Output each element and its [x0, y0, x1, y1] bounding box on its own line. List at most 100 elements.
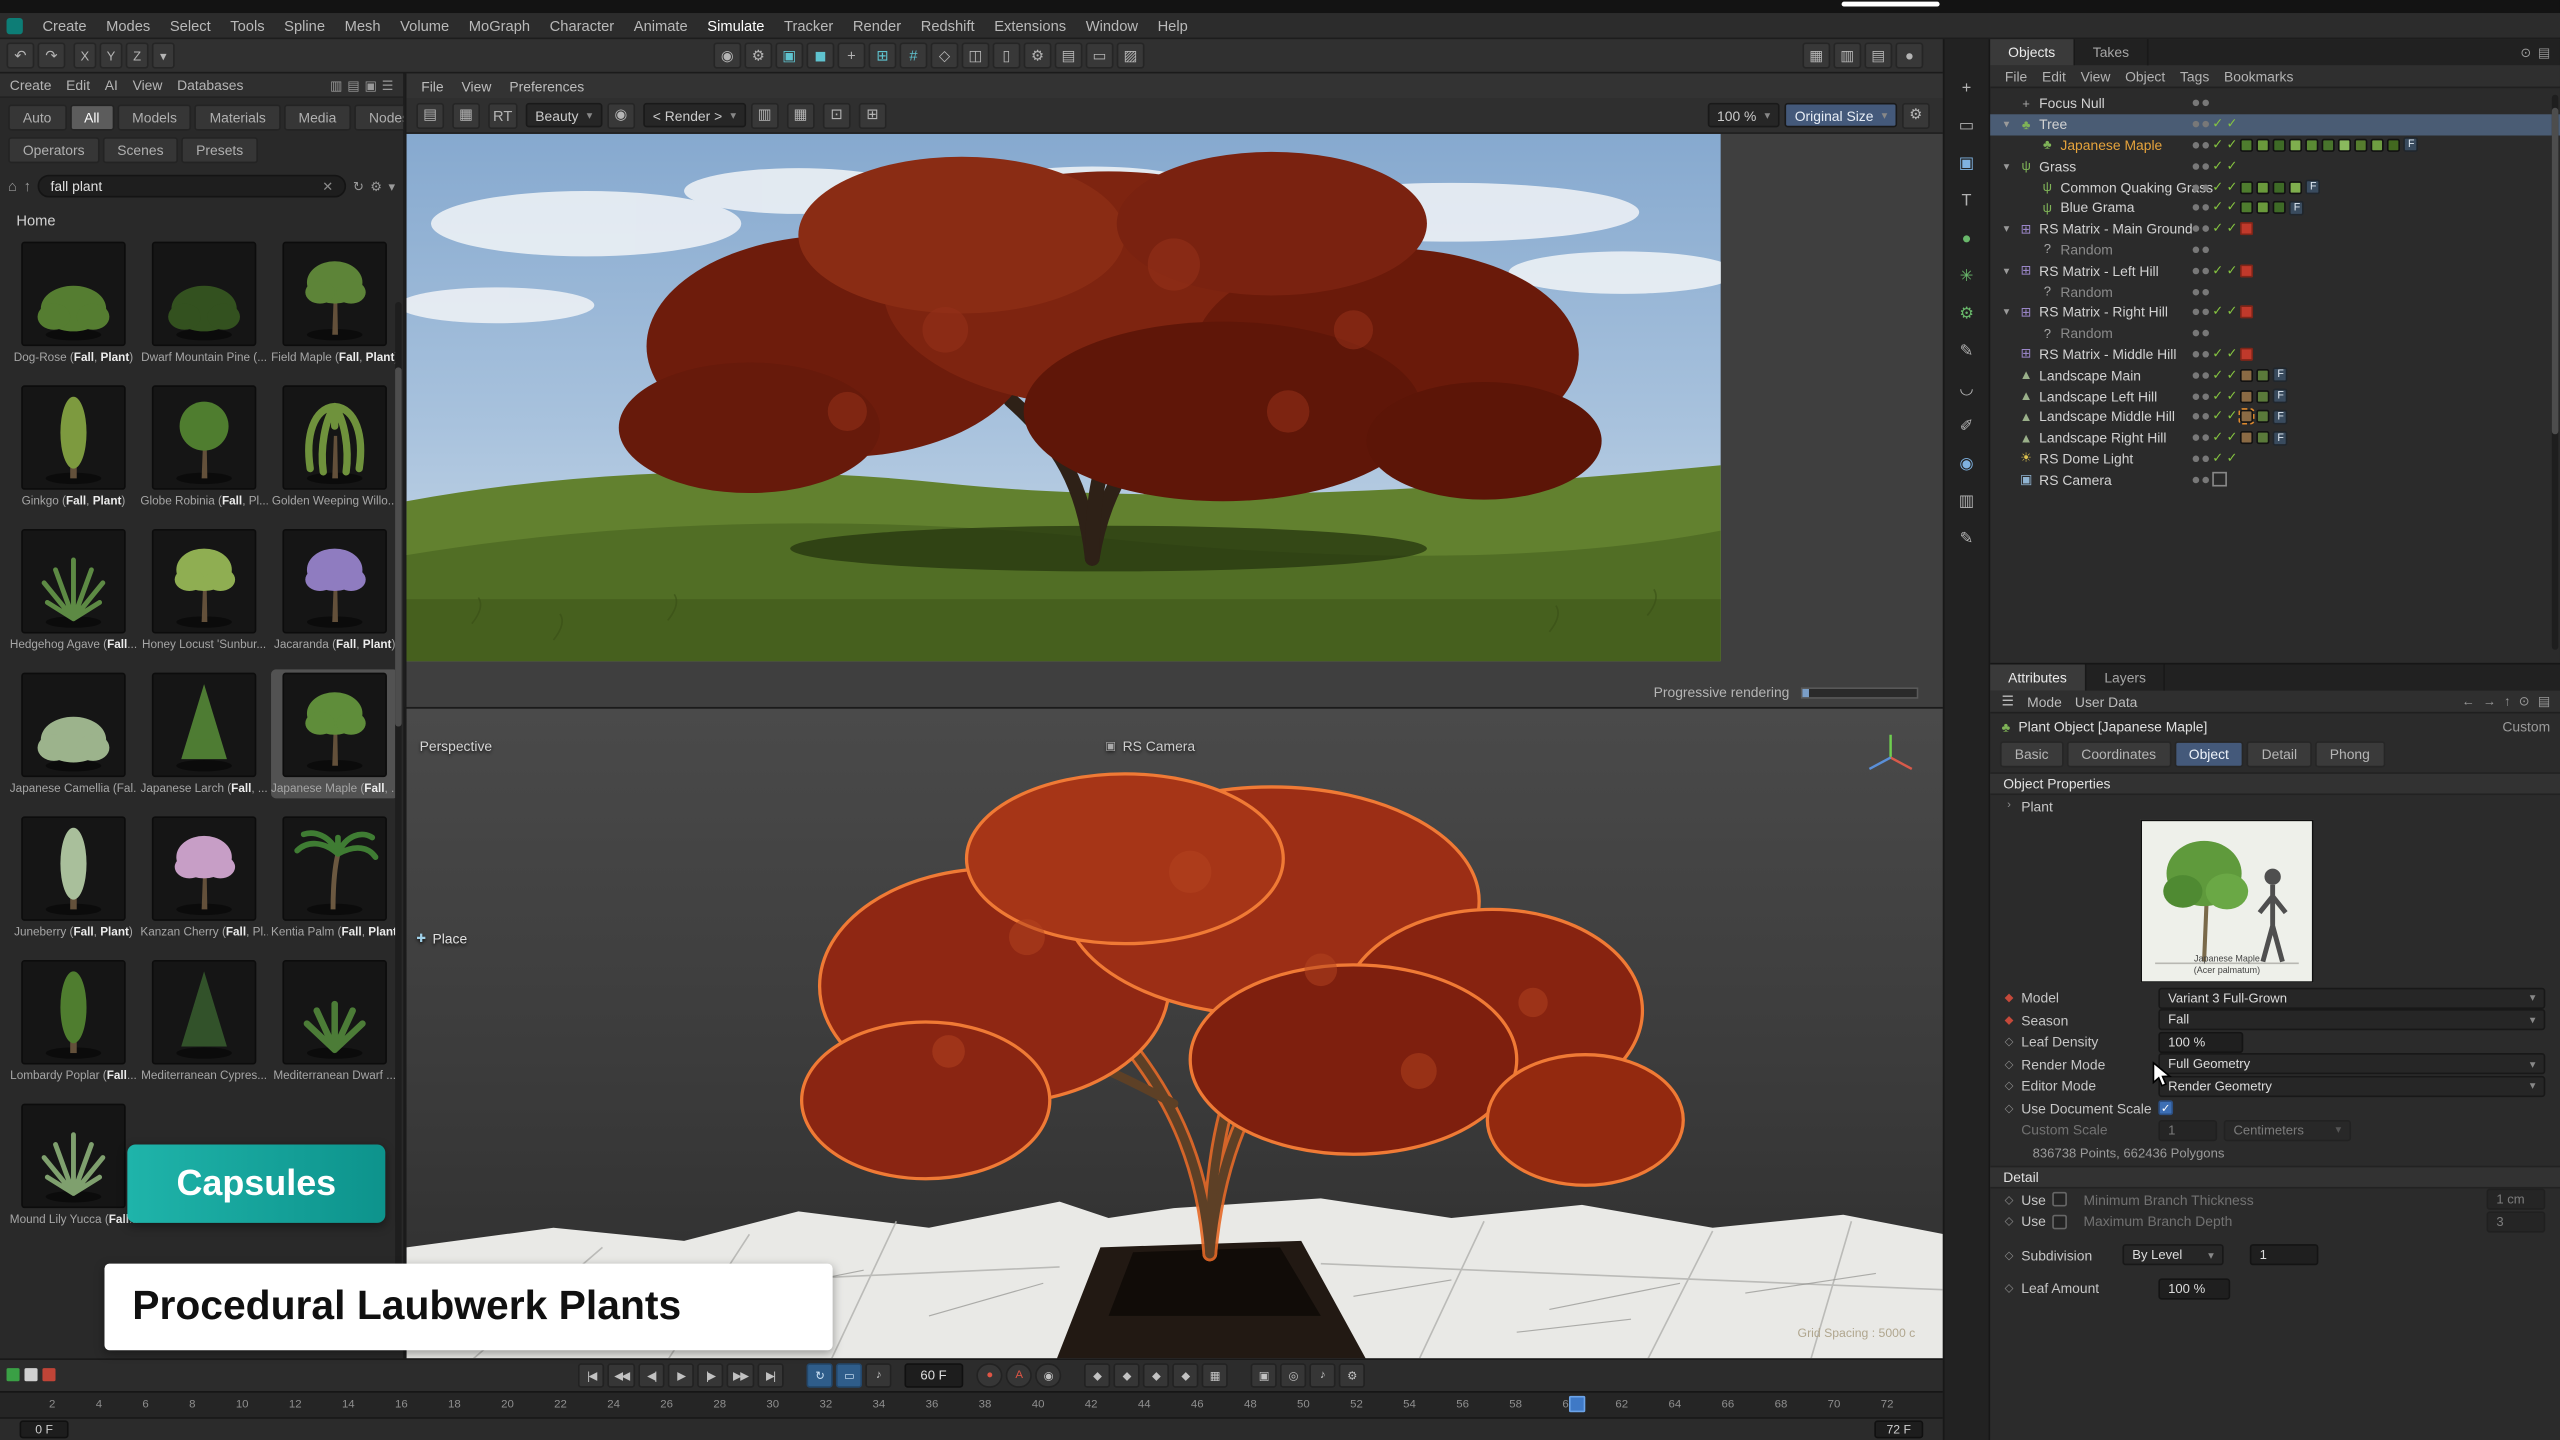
- visibility-dot[interactable]: [2202, 246, 2209, 253]
- expand-arrow-icon[interactable]: ▾: [2000, 118, 2013, 131]
- material-tag[interactable]: [2241, 369, 2254, 382]
- renderview-menu-file[interactable]: File: [421, 78, 443, 94]
- material-tag[interactable]: [2322, 139, 2335, 152]
- asset-icon[interactable]: ▨: [1117, 42, 1145, 68]
- preferences-icon[interactable]: ⚙: [1338, 1363, 1364, 1387]
- dock-icon[interactable]: ▤: [347, 78, 359, 93]
- menu-window[interactable]: Window: [1076, 17, 1148, 33]
- enabled-check-icon[interactable]: ✓: [2212, 160, 2223, 173]
- snapshot-icon[interactable]: ▦: [452, 102, 480, 128]
- record-rotation-icon[interactable]: ◆: [1142, 1363, 1168, 1387]
- keyframe-dot[interactable]: ◆: [2003, 991, 2014, 1004]
- dynamics-gear-icon[interactable]: ⚙: [1952, 300, 1981, 326]
- object-name[interactable]: Tree: [2039, 116, 2067, 132]
- object-name[interactable]: Blue Grama: [2060, 200, 2134, 216]
- material-tag[interactable]: [2306, 139, 2319, 152]
- refresh-icon[interactable]: ↻: [353, 179, 364, 194]
- custom-scale-field[interactable]: 1: [2158, 1120, 2217, 1141]
- material-tag[interactable]: [2273, 181, 2286, 194]
- menu-render[interactable]: Render: [843, 17, 911, 33]
- subdivision-field[interactable]: 1: [2250, 1244, 2319, 1265]
- material-tag[interactable]: [2241, 389, 2254, 402]
- next-frame-button[interactable]: |▶: [697, 1363, 723, 1387]
- editor-mode-dropdown[interactable]: Render Geometry: [2158, 1076, 2545, 1097]
- enabled-check-icon[interactable]: ✓: [2226, 410, 2237, 423]
- enabled-check-icon[interactable]: ✓: [2212, 181, 2223, 194]
- material-tag[interactable]: [2257, 410, 2270, 423]
- asset-plant-item[interactable]: Kentia Palm (Fall, Plant): [271, 813, 398, 942]
- asset-menu-ai[interactable]: AI: [105, 77, 118, 93]
- menu-help[interactable]: Help: [1148, 17, 1198, 33]
- size-dropdown[interactable]: Original Size: [1785, 103, 1897, 127]
- coord-system-icon[interactable]: ▾: [152, 42, 175, 68]
- viewport-camera-label[interactable]: ▣ RS Camera: [1105, 738, 1195, 754]
- mode-menu[interactable]: Mode: [2027, 693, 2062, 709]
- range-start-field[interactable]: 0 F: [20, 1420, 69, 1438]
- cube-tool-icon[interactable]: ▣: [1952, 150, 1981, 176]
- material-tag[interactable]: [2355, 139, 2368, 152]
- menu-spline[interactable]: Spline: [274, 17, 334, 33]
- axis-x-button[interactable]: X: [73, 42, 96, 68]
- enabled-check-icon[interactable]: ✓: [2226, 431, 2237, 444]
- asset-plant-item[interactable]: Jacaranda (Fall, Plant): [271, 526, 398, 655]
- material-tag[interactable]: [2257, 431, 2270, 444]
- record-position-icon[interactable]: ◆: [1084, 1363, 1110, 1387]
- visibility-dot[interactable]: [2202, 267, 2209, 274]
- material-tag[interactable]: [2257, 139, 2270, 152]
- enabled-check-icon[interactable]: ✓: [2212, 139, 2223, 152]
- visibility-dot[interactable]: [2193, 455, 2200, 462]
- enabled-check-icon[interactable]: ✓: [2226, 389, 2237, 402]
- object-name[interactable]: Japanese Maple: [2060, 137, 2162, 153]
- current-frame-field[interactable]: 60 F: [904, 1363, 963, 1387]
- interactive-render-icon[interactable]: ▣: [776, 42, 804, 68]
- object-name[interactable]: Random: [2060, 242, 2112, 258]
- settings-icon[interactable]: ⚙: [370, 179, 382, 194]
- enabled-check-icon[interactable]: ✓: [2212, 452, 2223, 465]
- object-row[interactable]: ⊞RS Matrix - Middle Hill✓✓: [1990, 344, 2560, 365]
- layout-single-icon[interactable]: ▤: [1864, 42, 1892, 68]
- menu-extensions[interactable]: Extensions: [984, 17, 1075, 33]
- asset-plant-item[interactable]: Golden Weeping Willo...: [271, 382, 398, 511]
- keyframe-record-button[interactable]: ◉: [1035, 1363, 1061, 1387]
- object-name[interactable]: RS Matrix - Middle Hill: [2039, 346, 2176, 362]
- enabled-check-icon[interactable]: ✓: [2226, 369, 2237, 382]
- visibility-dot[interactable]: [2202, 330, 2209, 337]
- spline-pen-icon[interactable]: ✎: [1952, 338, 1981, 364]
- objects-menu-file[interactable]: File: [2005, 68, 2027, 84]
- attr-tab-detail[interactable]: Detail: [2247, 741, 2312, 767]
- plane-tool-icon[interactable]: ▭: [1952, 113, 1981, 139]
- grid-overlay-icon[interactable]: ▦: [787, 102, 815, 128]
- visibility-dot[interactable]: [2193, 330, 2200, 337]
- material-tag[interactable]: [2241, 410, 2254, 423]
- enabled-check-icon[interactable]: ✓: [2226, 118, 2237, 131]
- keyframe-dot[interactable]: ◇: [2003, 1036, 2014, 1049]
- record-button[interactable]: ●: [976, 1363, 1002, 1387]
- visibility-dot[interactable]: [2202, 414, 2209, 421]
- subdivision-mode-dropdown[interactable]: By Level: [2122, 1244, 2223, 1265]
- camera-key-icon[interactable]: ▣: [1250, 1363, 1276, 1387]
- material-tag[interactable]: [2257, 181, 2270, 194]
- tab-attributes[interactable]: Attributes: [1990, 664, 2086, 690]
- material-tag[interactable]: [2241, 139, 2254, 152]
- enabled-check-icon[interactable]: ✓: [2226, 306, 2237, 319]
- sound-button[interactable]: ♪: [865, 1363, 891, 1387]
- object-row[interactable]: ☀RS Dome Light✓✓: [1990, 448, 2560, 469]
- material-tag[interactable]: [2257, 369, 2270, 382]
- camera-tool-icon[interactable]: ◉: [1952, 451, 1981, 477]
- keyframe-dot[interactable]: ◇: [2003, 1193, 2014, 1206]
- object-name[interactable]: Landscape Middle Hill: [2039, 409, 2175, 425]
- undo-icon[interactable]: ↶: [7, 42, 35, 68]
- enabled-check-icon[interactable]: ✓: [2212, 369, 2223, 382]
- object-row[interactable]: ♣Japanese Maple✓✓F: [1990, 135, 2560, 156]
- material-tag[interactable]: [2290, 139, 2303, 152]
- region-icon[interactable]: ⊞: [859, 102, 887, 128]
- visibility-dot[interactable]: [2193, 267, 2200, 274]
- sphere-sim-icon[interactable]: ●: [1952, 225, 1981, 251]
- dropdown-icon[interactable]: ▾: [389, 179, 396, 194]
- object-name[interactable]: RS Matrix - Left Hill: [2039, 262, 2159, 278]
- tab-layers[interactable]: Layers: [2086, 664, 2165, 690]
- forward-icon[interactable]: →: [2483, 694, 2496, 709]
- enabled-check-icon[interactable]: ✓: [2212, 118, 2223, 131]
- asset-plant-item[interactable]: Honey Locust 'Sunbur...: [140, 526, 267, 655]
- enabled-check-icon[interactable]: ✓: [2212, 410, 2223, 423]
